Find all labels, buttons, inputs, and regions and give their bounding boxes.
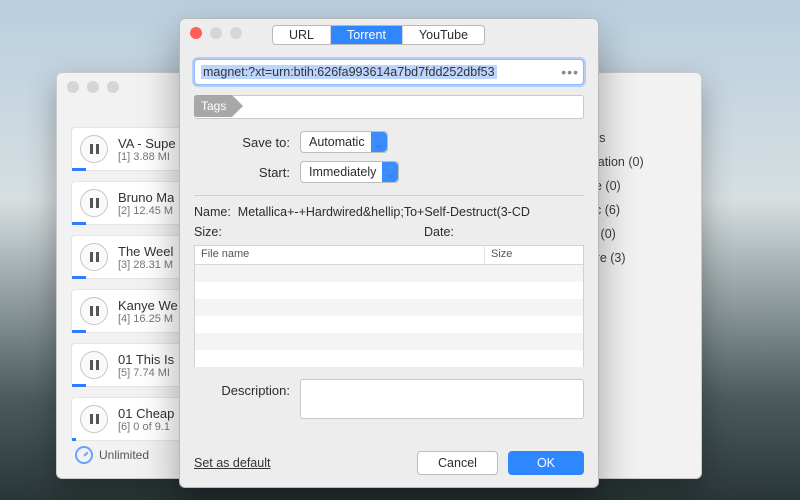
save-to-select[interactable]: Automatic (300, 131, 388, 153)
magnet-url-input[interactable]: magnet:?xt=urn:btih:626fa993614a7bd7fdd2… (194, 59, 584, 85)
source-segmented-control[interactable]: URL Torrent YouTube (272, 25, 485, 45)
pause-button[interactable] (80, 135, 108, 163)
download-subtitle: [5] 7.74 MI (118, 367, 174, 379)
tab-url[interactable]: URL (273, 26, 331, 44)
download-subtitle: [4] 16.25 M (118, 313, 178, 325)
pause-icon (90, 198, 99, 208)
pause-button[interactable] (80, 189, 108, 217)
download-title: Kanye We (118, 298, 178, 313)
col-size[interactable]: Size (485, 246, 583, 264)
table-row (195, 333, 583, 350)
name-label: Name: (194, 205, 231, 219)
torrent-name-value: Metallica+-+Hardwired&hellip;To+Self-Des… (238, 205, 530, 219)
start-label: Start: (194, 165, 300, 180)
add-download-dialog: URL Torrent YouTube magnet:?xt=urn:btih:… (179, 18, 599, 488)
download-title: Bruno Ma (118, 190, 174, 205)
progress-bar (72, 384, 86, 387)
download-subtitle: [2] 12.45 M (118, 205, 174, 217)
download-subtitle: [1] 3.88 MI (118, 151, 176, 163)
more-icon[interactable]: ••• (561, 60, 579, 84)
tags-chip-label: Tags (194, 95, 232, 117)
magnet-url-value: magnet:?xt=urn:btih:626fa993614a7bd7fdd2… (201, 65, 497, 79)
download-subtitle: [6] 0 of 9.1 (118, 421, 174, 433)
minimize-icon[interactable] (87, 81, 99, 93)
table-header: File name Size (195, 246, 583, 265)
zoom-icon (230, 27, 242, 39)
traffic-lights-back (67, 81, 119, 93)
stepper-icon (382, 162, 398, 182)
download-title: The Weel (118, 244, 173, 259)
pause-icon (90, 360, 99, 370)
stepper-icon (371, 132, 387, 152)
speed-gauge-icon (75, 446, 93, 464)
pause-icon (90, 252, 99, 262)
zoom-icon[interactable] (107, 81, 119, 93)
pause-icon (90, 306, 99, 316)
date-label: Date: (424, 225, 454, 239)
status-bar: Unlimited (75, 446, 149, 464)
close-icon[interactable] (190, 27, 202, 39)
pause-icon (90, 414, 99, 424)
download-title: 01 Cheap (118, 406, 174, 421)
ok-button[interactable]: OK (508, 451, 584, 475)
file-list-table[interactable]: File name Size (194, 245, 584, 367)
col-filename[interactable]: File name (195, 246, 485, 264)
pause-button[interactable] (80, 297, 108, 325)
save-to-label: Save to: (194, 135, 300, 150)
progress-bar (72, 330, 86, 333)
pause-icon (90, 144, 99, 154)
close-icon[interactable] (67, 81, 79, 93)
divider (194, 195, 584, 196)
table-body (195, 265, 583, 367)
download-subtitle: [3] 28.31 M (118, 259, 173, 271)
table-row (195, 265, 583, 282)
pause-button[interactable] (80, 351, 108, 379)
start-select[interactable]: Immediately (300, 161, 399, 183)
start-value: Immediately (309, 165, 376, 179)
table-row (195, 299, 583, 316)
download-title: 01 This Is (118, 352, 174, 367)
pause-button[interactable] (80, 405, 108, 433)
status-text: Unlimited (99, 448, 149, 462)
minimize-icon (210, 27, 222, 39)
torrent-meta: Name: Metallica+-+Hardwired&hellip;To+Se… (194, 205, 584, 239)
tab-torrent[interactable]: Torrent (331, 26, 403, 44)
progress-bar (72, 276, 86, 279)
progress-bar (72, 222, 86, 225)
description-row: Description: (194, 379, 584, 419)
set-as-default-link[interactable]: Set as default (194, 456, 270, 470)
pause-button[interactable] (80, 243, 108, 271)
progress-bar (72, 168, 86, 171)
size-label: Size: (194, 225, 222, 239)
table-row (195, 350, 583, 367)
download-title: VA - Supe (118, 136, 176, 151)
progress-bar (72, 438, 76, 441)
tags-input[interactable]: Tags (194, 95, 584, 119)
table-row (195, 282, 583, 299)
table-row (195, 316, 583, 333)
save-to-value: Automatic (309, 135, 365, 149)
dialog-footer: Set as default Cancel OK (194, 451, 584, 475)
description-input[interactable] (300, 379, 584, 419)
cancel-button[interactable]: Cancel (417, 451, 498, 475)
description-label: Description: (194, 379, 300, 398)
tab-youtube[interactable]: YouTube (403, 26, 484, 44)
traffic-lights-modal (190, 27, 242, 39)
